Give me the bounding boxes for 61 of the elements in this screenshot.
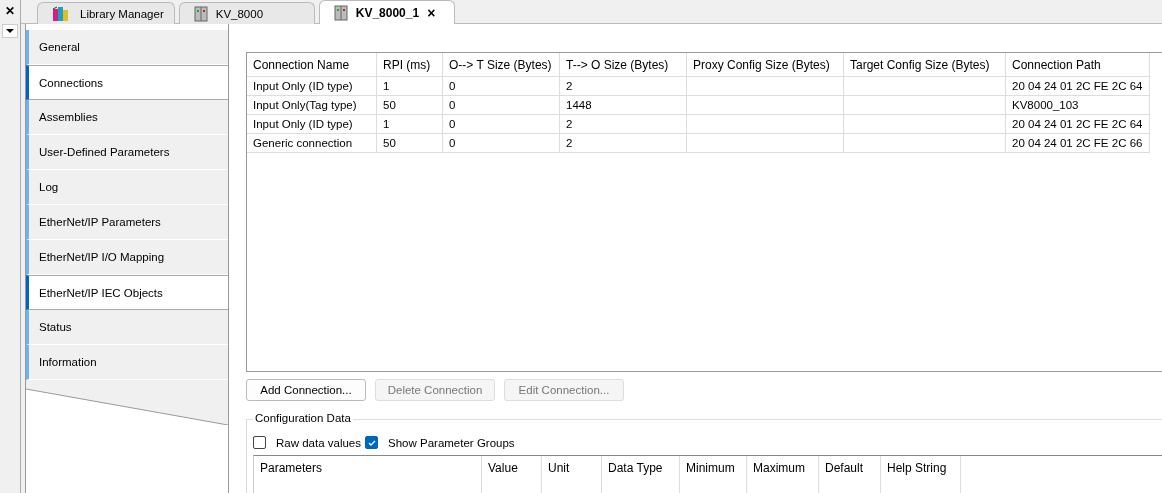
column-header[interactable]: Parameters [260,461,323,475]
table-cell: 1 [377,77,443,96]
table-cell: 20 04 24 01 2C FE 2C 66 [1006,134,1150,153]
table-cell: Input Only(Tag type) [247,96,377,115]
table-cell: 0 [443,134,560,153]
table-cell: Generic connection [247,134,377,153]
table-cell: 2 [560,77,687,96]
checkbox[interactable] [365,436,379,449]
side-tab[interactable]: Status [26,310,228,345]
table-cell: 20 04 24 01 2C FE 2C 64 [1006,77,1150,96]
tab-label: Library Manager [80,7,164,20]
column-header[interactable]: Minimum [686,461,735,475]
device-icon [333,4,348,21]
side-tab[interactable]: Connections [26,65,228,100]
column-header[interactable]: T--> O Size (Bytes) [560,53,687,77]
table-cell: 1 [377,115,443,134]
side-tab[interactable]: Log [26,170,228,205]
column-header[interactable]: Connection Path [1006,53,1150,77]
table-cell: 50 [377,134,443,153]
table-cell: 50 [377,96,443,115]
table-cell: Input Only (ID type) [247,77,377,96]
checkbox-label: Raw data values [276,436,362,449]
column-header[interactable]: Value [488,461,518,475]
table-cell: 2 [560,115,687,134]
column-header[interactable]: O--> T Size (Bytes) [443,53,560,77]
document-tab[interactable]: KV_8000_1 × [318,0,455,24]
side-tab[interactable]: EtherNet/IP IEC Objects [26,275,228,310]
side-tab[interactable]: EtherNet/IP I/O Mapping [26,240,228,275]
document-tab[interactable]: Library Manager [37,2,175,24]
device-icon [193,5,208,22]
table-cell: KV8000_103 [1006,96,1150,115]
column-header[interactable]: Connection Name [247,53,377,77]
column-header[interactable]: Data Type [608,461,663,475]
side-tab[interactable]: User-Defined Parameters [26,135,228,170]
table-cell: 1448 [560,96,687,115]
checkbox[interactable] [253,436,266,449]
group-title: Configuration Data [253,412,353,424]
side-tab[interactable]: Information [26,345,228,380]
table-cell: 0 [443,96,560,115]
side-tab[interactable]: Assemblies [26,100,228,135]
close-button[interactable]: × [427,4,436,21]
column-header[interactable]: Proxy Config Size (Bytes) [687,53,844,77]
column-header[interactable]: Maximum [753,461,805,475]
column-header[interactable]: Target Config Size (Bytes) [844,53,1006,77]
tab-label: KV_8000_1 [355,5,420,20]
column-header[interactable]: RPI (ms) [377,53,443,77]
table-cell: 0 [443,77,560,96]
side-tab[interactable]: General [26,30,228,65]
table-cell: 0 [443,115,560,134]
column-header[interactable]: Unit [548,461,570,475]
column-header[interactable]: Help String [887,461,947,475]
tab-label: KV_8000 [215,7,264,20]
table-cell: 2 [560,134,687,153]
action-button[interactable]: Add Connection... [246,379,366,401]
close-button[interactable]: ✕ [5,4,15,18]
table-cell: Input Only (ID type) [247,115,377,134]
table-cell: 20 04 24 01 2C FE 2C 64 [1006,115,1150,134]
checkbox-label: Show Parameter Groups [388,436,515,449]
side-tab[interactable]: EtherNet/IP Parameters [26,205,228,240]
column-header[interactable]: Default [825,461,864,475]
document-tab[interactable]: KV_8000 [178,2,315,24]
